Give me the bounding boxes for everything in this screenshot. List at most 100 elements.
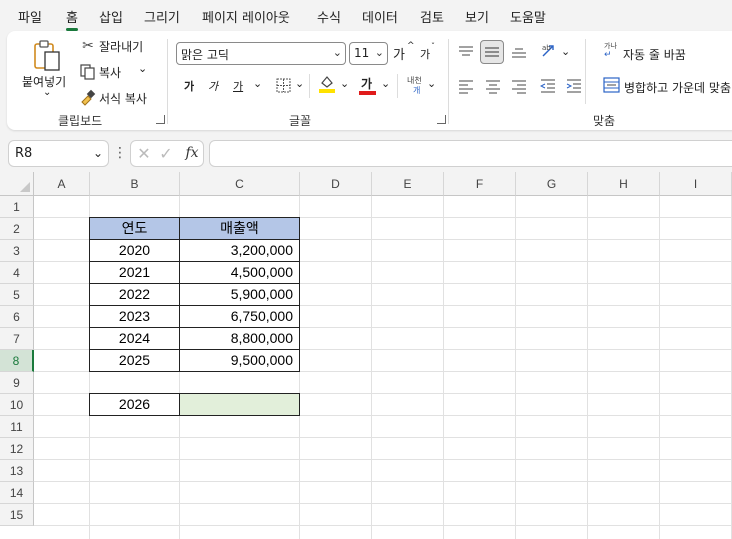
format-painter-button[interactable]: 서식 복사 bbox=[99, 90, 147, 107]
shrink-font-icon: ˇ bbox=[431, 42, 435, 51]
table-cell-year[interactable]: 2024 bbox=[89, 327, 180, 350]
font-name-dropdown[interactable]: 맑은 고딕 ⌄ bbox=[176, 42, 346, 65]
row-header-13[interactable]: 13 bbox=[0, 460, 34, 482]
phonetic-dropdown-icon[interactable]: ⌄ bbox=[427, 77, 436, 90]
font-size-dropdown[interactable]: 11 ⌄ bbox=[349, 42, 388, 65]
row-header-1[interactable]: 1 bbox=[0, 196, 34, 218]
italic-button[interactable]: 가 bbox=[208, 78, 218, 94]
table-cell-sales[interactable]: 4,500,000 bbox=[179, 261, 300, 284]
formula-input[interactable] bbox=[209, 140, 732, 167]
grow-font-button[interactable]: 가 bbox=[393, 44, 405, 63]
tab-help[interactable]: 도움말 bbox=[510, 7, 546, 26]
align-center-icon[interactable] bbox=[485, 78, 501, 94]
row-header-7[interactable]: 7 bbox=[0, 328, 34, 350]
border-icon[interactable] bbox=[275, 77, 291, 93]
font-dialog-launcher-icon[interactable] bbox=[437, 115, 446, 124]
column-header-e[interactable]: E bbox=[372, 172, 444, 196]
tab-data[interactable]: 데이터 bbox=[362, 7, 398, 26]
insert-function-icon[interactable]: fx bbox=[183, 145, 201, 161]
tab-insert[interactable]: 삽입 bbox=[99, 7, 123, 26]
row-header-12[interactable]: 12 bbox=[0, 438, 34, 460]
tab-page-layout[interactable]: 페이지 레이아웃 bbox=[202, 7, 290, 26]
row-header-15[interactable]: 15 bbox=[0, 504, 34, 526]
bold-button[interactable]: 가 bbox=[184, 78, 194, 94]
tab-formulas[interactable]: 수식 bbox=[317, 7, 341, 26]
gridline bbox=[659, 196, 660, 539]
border-dropdown-icon[interactable]: ⌄ bbox=[295, 77, 304, 90]
row-header-11[interactable]: 11 bbox=[0, 416, 34, 438]
table-cell-year[interactable]: 2023 bbox=[89, 305, 180, 328]
shrink-font-button[interactable]: 가 bbox=[420, 46, 430, 62]
table-cell-year[interactable]: 2021 bbox=[89, 261, 180, 284]
clipboard-dialog-launcher-icon[interactable] bbox=[156, 115, 165, 124]
worksheet-grid[interactable]: A B C D E F G H I 1 2 3 4 5 6 7 8 9 10 1… bbox=[0, 172, 732, 539]
font-name-value: 맑은 고딕 bbox=[181, 48, 229, 62]
wrap-arrow-icon: ↵ bbox=[604, 50, 612, 60]
row-header-4[interactable]: 4 bbox=[0, 262, 34, 284]
paste-icon[interactable] bbox=[31, 39, 63, 73]
tab-review[interactable]: 검토 bbox=[420, 7, 444, 26]
row-header-10[interactable]: 10 bbox=[0, 394, 34, 416]
column-header-d[interactable]: D bbox=[300, 172, 372, 196]
orientation-dropdown-icon[interactable]: ⌄ bbox=[561, 45, 570, 58]
column-header-g[interactable]: G bbox=[516, 172, 588, 196]
column-header-f[interactable]: F bbox=[444, 172, 516, 196]
table-header-sales[interactable]: 매출액 bbox=[179, 217, 300, 240]
wrap-text-button[interactable]: 자동 줄 바꿈 bbox=[623, 46, 686, 63]
gridline bbox=[34, 525, 732, 526]
table-cell-sales[interactable]: 3,200,000 bbox=[179, 239, 300, 262]
table-cell-sales[interactable]: 6,750,000 bbox=[179, 305, 300, 328]
tab-home[interactable]: 홈 bbox=[66, 7, 78, 31]
tab-file[interactable]: 파일 bbox=[18, 7, 42, 26]
align-left-icon[interactable] bbox=[458, 78, 474, 94]
grow-font-icon: ^ bbox=[407, 41, 415, 51]
row-header-14[interactable]: 14 bbox=[0, 482, 34, 504]
cut-button[interactable]: 잘라내기 bbox=[99, 38, 143, 55]
row-header-8[interactable]: 8 bbox=[0, 350, 34, 372]
row-header-5[interactable]: 5 bbox=[0, 284, 34, 306]
table-cell-sales[interactable]: 5,900,000 bbox=[179, 283, 300, 306]
column-header-c[interactable]: C bbox=[180, 172, 300, 196]
table-cell-year[interactable]: 2022 bbox=[89, 283, 180, 306]
select-all-corner[interactable] bbox=[0, 172, 34, 196]
fill-color-icon[interactable] bbox=[319, 74, 335, 94]
merge-center-button[interactable]: 병합하고 가운데 맞춤 bbox=[624, 79, 731, 96]
more-options-icon[interactable]: ⋮ bbox=[113, 145, 127, 161]
increase-indent-icon[interactable] bbox=[566, 78, 582, 94]
copy-button[interactable]: 복사 bbox=[99, 64, 121, 81]
underline-dropdown-icon[interactable]: ⌄ bbox=[253, 77, 262, 90]
column-header-i[interactable]: I bbox=[660, 172, 732, 196]
row-header-3[interactable]: 3 bbox=[0, 240, 34, 262]
column-header-a[interactable]: A bbox=[34, 172, 90, 196]
check-icon[interactable]: ✓ bbox=[159, 144, 173, 163]
decrease-indent-icon[interactable] bbox=[540, 78, 556, 94]
align-bottom-icon[interactable] bbox=[511, 44, 527, 60]
forecast-year-cell[interactable]: 2026 bbox=[89, 393, 180, 416]
fill-color-dropdown-icon[interactable]: ⌄ bbox=[340, 77, 349, 90]
paste-dropdown-icon[interactable]: ⌄ bbox=[43, 87, 51, 98]
table-cell-sales[interactable]: 9,500,000 bbox=[179, 349, 300, 372]
name-box[interactable]: R8 ⌄ bbox=[8, 140, 109, 167]
font-size-value: 11 bbox=[354, 46, 370, 60]
align-top-icon[interactable] bbox=[458, 44, 474, 60]
cancel-icon[interactable]: ✕ bbox=[137, 144, 151, 163]
copy-dropdown-icon[interactable]: ⌄ bbox=[138, 62, 147, 75]
table-cell-sales[interactable]: 8,800,000 bbox=[179, 327, 300, 350]
column-header-b[interactable]: B bbox=[90, 172, 180, 196]
forecast-value-cell[interactable] bbox=[179, 393, 300, 416]
table-header-year[interactable]: 연도 bbox=[89, 217, 180, 240]
row-header-2[interactable]: 2 bbox=[0, 218, 34, 240]
underline-button[interactable]: 가 bbox=[233, 78, 243, 94]
phonetic-icon: 개 bbox=[413, 86, 421, 95]
tab-draw[interactable]: 그리기 bbox=[144, 7, 180, 26]
column-header-h[interactable]: H bbox=[588, 172, 660, 196]
font-color-dropdown-icon[interactable]: ⌄ bbox=[381, 77, 390, 90]
table-cell-year[interactable]: 2025 bbox=[89, 349, 180, 372]
font-color-button[interactable]: 가 bbox=[361, 75, 372, 92]
align-right-icon[interactable] bbox=[511, 78, 527, 94]
orientation-icon[interactable]: ab bbox=[540, 42, 558, 60]
table-cell-year[interactable]: 2020 bbox=[89, 239, 180, 262]
row-header-6[interactable]: 6 bbox=[0, 306, 34, 328]
tab-view[interactable]: 보기 bbox=[465, 7, 489, 26]
row-header-9[interactable]: 9 bbox=[0, 372, 34, 394]
